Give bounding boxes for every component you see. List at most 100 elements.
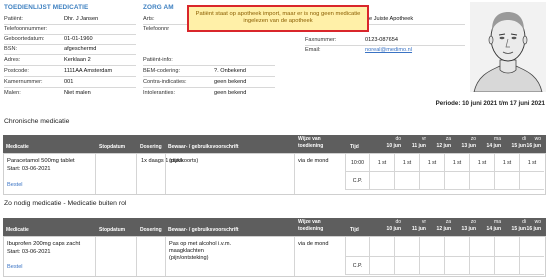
- med-voorschrift-1: Pas op met alcohol i.v.m.: [169, 241, 232, 247]
- dose-mark-2[interactable]: 1 st: [419, 154, 444, 172]
- cp-cell-1[interactable]: [394, 257, 419, 275]
- col-dosering: Dosering: [140, 144, 162, 150]
- dose-cell-0[interactable]: [369, 237, 394, 257]
- col-stopdatum: Stopdatum: [99, 227, 126, 233]
- col-tijd: Tijd: [350, 227, 359, 233]
- chronic-table-row: Paracetamol 500mg tablet Start: 03-06-20…: [3, 153, 546, 195]
- cp-cell-4[interactable]: [469, 172, 494, 190]
- care-title: ZORG AM: [143, 4, 174, 11]
- bem-value: ?. Onbekend: [214, 68, 247, 74]
- col-wijze-2: toediening: [298, 143, 324, 149]
- med-name: Paracetamol 500mg tablet: [7, 158, 75, 164]
- patient-meals: Niet malen: [64, 90, 91, 96]
- patient-address: Kerklaan 2: [64, 57, 91, 63]
- day-date-6: 16 jun: [526, 226, 541, 232]
- cp-cell-6[interactable]: [519, 257, 544, 275]
- period-label: Periode: 10 juni 2021 t/m 17 juni 2021: [435, 100, 545, 107]
- label-room: Kamernummer:: [4, 79, 43, 85]
- prn-table-row: Ibuprofen 200mg caps zacht Start: 03-06-…: [3, 236, 546, 277]
- admin-time: 10:00: [345, 154, 369, 172]
- label-arts: Arts:: [143, 16, 155, 22]
- dose-cell-2[interactable]: [419, 237, 444, 257]
- cp-cell-4[interactable]: [469, 257, 494, 275]
- med-name: Ibuprofen 200mg caps zacht: [7, 241, 81, 247]
- med-voorschrift-2: maagklachten: [169, 248, 204, 254]
- col-medicatie: Medicatie: [6, 227, 29, 233]
- import-warning-text: Patiënt staat op apotheek import, maar e…: [195, 11, 361, 25]
- cp-cell-3[interactable]: [444, 257, 469, 275]
- dose-cell-3[interactable]: [444, 237, 469, 257]
- patient-name: Dhr. J Jansen: [64, 16, 99, 22]
- med-start: Start: 03-06-2021: [7, 166, 51, 172]
- dose-cell-6[interactable]: [519, 237, 544, 257]
- patient-room: 001: [64, 79, 74, 85]
- dose-mark-6[interactable]: 1 st: [519, 154, 544, 172]
- label-address: Adres:: [4, 57, 21, 63]
- dose-mark-0[interactable]: 1 st: [369, 154, 394, 172]
- col-bewaar: Bewaar- / gebruiksvoorschrift: [168, 227, 239, 233]
- label-postcode: Postcode:: [4, 68, 29, 74]
- prn-section-title: Zo nodig medicatie - Medicatie buiten ro…: [4, 200, 127, 207]
- label-care-phone: Telefoonnr: [143, 26, 170, 32]
- cp-cell-5[interactable]: [494, 257, 519, 275]
- day-dow-0: do: [395, 219, 401, 225]
- pharmacy-fax: 0123-087654: [365, 37, 398, 43]
- dose-mark-5[interactable]: 1 st: [494, 154, 519, 172]
- dose-cell-1[interactable]: [394, 237, 419, 257]
- label-patientinfo: Patiënt-info:: [143, 57, 173, 63]
- import-warning-popup: Patiënt staat op apotheek import, maar e…: [187, 5, 369, 32]
- cp-cell-2[interactable]: [419, 257, 444, 275]
- admin-cp: C.P.: [345, 172, 369, 190]
- patient-avatar: [470, 2, 546, 93]
- label-meals: Malen:: [4, 90, 21, 96]
- col-stopdatum: Stopdatum: [99, 144, 126, 150]
- contra-value: geen bekend: [214, 79, 247, 85]
- label-dob: Geboortedatum:: [4, 36, 45, 42]
- day-dow-3: zo: [470, 219, 476, 225]
- dose-cell-4[interactable]: [469, 237, 494, 257]
- day-dow-6: wo: [534, 136, 541, 142]
- day-dow-1: vr: [421, 219, 426, 225]
- patient-dob: 01-01-1960: [64, 36, 93, 42]
- label-phone: Telefoonnummer:: [4, 26, 48, 32]
- col-tijd: Tijd: [350, 144, 359, 150]
- chronic-table-header: Medicatie Stopdatum Dosering Bewaar- / g…: [3, 135, 546, 153]
- list-title: TOEDIENLIJST MEDICATIE: [4, 4, 89, 11]
- label-bem: BEM-codering:: [143, 68, 180, 74]
- col-wijze-1: Wijze van: [298, 136, 321, 142]
- cp-cell-0[interactable]: [369, 172, 394, 190]
- day-dow-4: ma: [494, 136, 501, 142]
- col-dosering: Dosering: [140, 227, 162, 233]
- dose-cell-5[interactable]: [494, 237, 519, 257]
- dose-mark-4[interactable]: 1 st: [469, 154, 494, 172]
- order-button[interactable]: Bestel: [7, 182, 23, 188]
- day-dow-3: zo: [470, 136, 476, 142]
- chronic-section-title: Chronische medicatie: [4, 118, 70, 125]
- pharmacy-email-link[interactable]: noreal@medimo.nl: [365, 47, 412, 53]
- cp-cell-3[interactable]: [444, 172, 469, 190]
- cp-cell-0[interactable]: [369, 257, 394, 275]
- day-date-6: 16 jun: [526, 143, 541, 149]
- cp-cell-1[interactable]: [394, 172, 419, 190]
- col-bewaar: Bewaar- / gebruiksvoorschrift: [168, 144, 239, 150]
- label-fax: Faxnummer:: [305, 37, 337, 43]
- cp-cell-6[interactable]: [519, 172, 544, 190]
- col-medicatie: Medicatie: [6, 144, 29, 150]
- day-dow-0: do: [395, 136, 401, 142]
- label-patient: Patiënt:: [4, 16, 23, 22]
- cp-cell-5[interactable]: [494, 172, 519, 190]
- dose-mark-1[interactable]: 1 st: [394, 154, 419, 172]
- intol-value: geen bekend: [214, 90, 247, 96]
- order-button[interactable]: Bestel: [7, 264, 23, 270]
- day-dow-6: wo: [534, 219, 541, 225]
- day-dow-4: ma: [494, 219, 501, 225]
- col-wijze-1: Wijze van: [298, 219, 321, 225]
- day-dow-2: za: [445, 136, 451, 142]
- prn-table-header: Medicatie Stopdatum Dosering Bewaar- / g…: [3, 218, 546, 236]
- med-start: Start: 03-06-2021: [7, 249, 51, 255]
- label-intol: Intoleranties:: [143, 90, 176, 96]
- cp-cell-2[interactable]: [419, 172, 444, 190]
- label-contra: Contra-indicaties:: [143, 79, 187, 85]
- dose-mark-3[interactable]: 1 st: [444, 154, 469, 172]
- med-voorschrift: (pijn/koorts): [169, 158, 199, 164]
